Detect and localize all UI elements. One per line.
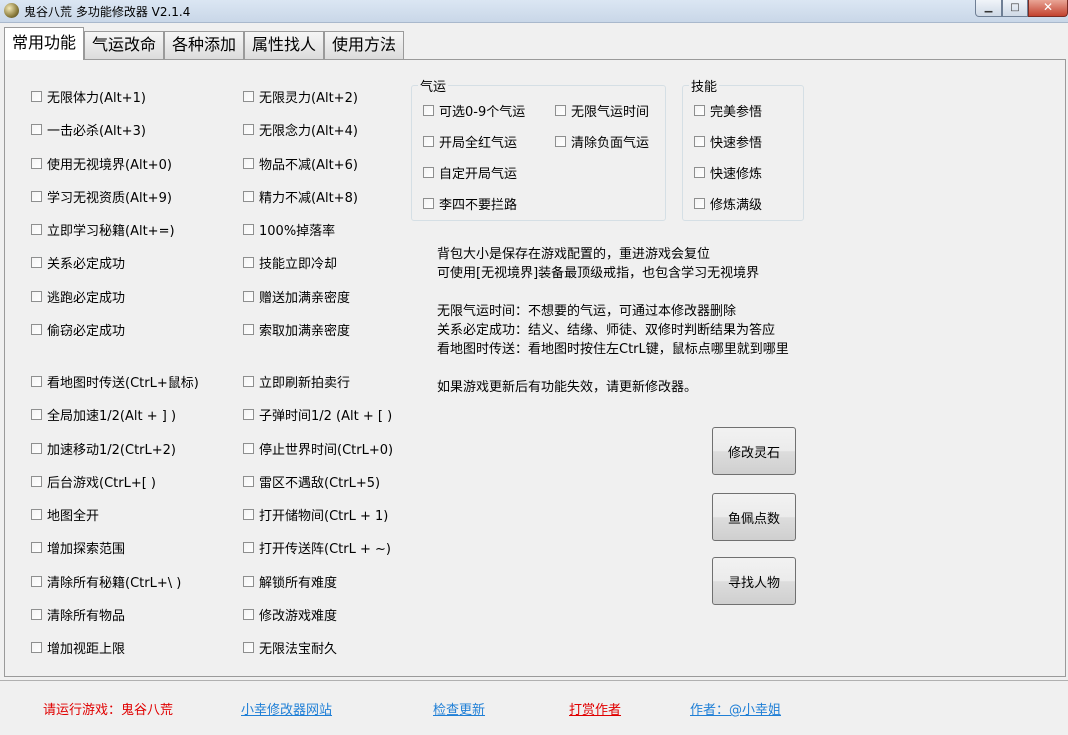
checkbox-skill-0[interactable]: 完美参悟 [694,101,762,120]
checkbox-col1-11[interactable]: 后台游戏(CtrL+[ ) [31,472,156,491]
checkbox-col2-8[interactable]: 立即刷新拍卖行 [243,372,350,391]
checkbox-col2-13[interactable]: 打开传送阵(CtrL + ~) [243,538,391,557]
fish-pendant-points-button[interactable]: 鱼佩点数 [712,493,796,541]
checkbox-col1-14[interactable]: 清除所有秘籍(CtrL+\ ) [31,572,181,591]
checkbox-col2-1[interactable]: 无限念力(Alt+4) [243,120,358,139]
checkbox-col2-11[interactable]: 雷区不遇敌(CtrL+5) [243,472,380,491]
check-update-link[interactable]: 检查更新 [433,699,485,718]
checkbox-col2-15[interactable]: 修改游戏难度 [243,605,337,624]
maximize-button[interactable]: □ [1002,0,1028,17]
checkbox-col1-16[interactable]: 增加视距上限 [31,638,125,657]
checkbox-skill-1[interactable]: 快速参悟 [694,132,762,151]
checkbox-col2-12[interactable]: 打开储物间(CtrL + 1) [243,505,388,524]
checkbox-luck-2[interactable]: 开局全红气运 [423,132,517,151]
checkbox-col1-7[interactable]: 偷窃必定成功 [31,320,125,339]
checkbox-col2-7[interactable]: 索取加满亲密度 [243,320,350,339]
donate-link[interactable]: 打赏作者 [569,699,621,718]
checkbox-col1-1[interactable]: 一击必杀(Alt+3) [31,120,146,139]
game-status-text: 请运行游戏：鬼谷八荒 [43,703,174,718]
checkbox-col2-4[interactable]: 100%掉落率 [243,220,335,239]
minimize-icon: ▁ [984,2,993,13]
info-line: 无限气运时间：不想要的气运，可通过本修改器删除 [437,304,737,319]
checkbox-col1-2[interactable]: 使用无视境界(Alt+0) [31,154,172,173]
website-link[interactable]: 小幸修改器网站 [241,699,332,718]
checkbox-col2-3[interactable]: 精力不减(Alt+8) [243,187,358,206]
tab-attributes[interactable]: 属性找人 [244,31,324,59]
checkbox-luck-0[interactable]: 可选0-9个气运 [423,101,525,120]
checkbox-col2-9[interactable]: 子弹时间1/2 (Alt + [ ) [243,405,392,424]
footer-divider [0,680,1068,681]
checkbox-luck-3[interactable]: 清除负面气运 [555,132,649,151]
checkbox-luck-4[interactable]: 自定开局气运 [423,163,517,182]
checkbox-skill-2[interactable]: 快速修炼 [694,163,762,182]
maximize-icon: □ [1010,2,1020,13]
checkbox-col2-16[interactable]: 无限法宝耐久 [243,638,337,657]
checkbox-col1-5[interactable]: 关系必定成功 [31,253,125,272]
checkbox-col1-9[interactable]: 全局加速1/2(Alt + ] ) [31,405,176,424]
checkbox-col1-15[interactable]: 清除所有物品 [31,605,125,624]
tab-luck[interactable]: 气运改命 [84,31,164,59]
checkbox-col1-3[interactable]: 学习无视资质(Alt+9) [31,187,172,206]
checkbox-luck-1[interactable]: 无限气运时间 [555,101,649,120]
author-link[interactable]: 作者：@小幸姐 [690,699,781,718]
checkbox-col2-14[interactable]: 解锁所有难度 [243,572,337,591]
tab-common[interactable]: 常用功能 [4,27,84,60]
window-title: 鬼谷八荒 多功能修改器 V2.1.4 [24,5,191,19]
checkbox-col1-8[interactable]: 看地图时传送(CtrL+鼠标) [31,372,199,391]
tab-add[interactable]: 各种添加 [164,31,244,59]
checkbox-col1-13[interactable]: 增加探索范围 [31,538,125,557]
checkbox-skill-3[interactable]: 修炼满级 [694,194,762,213]
checkbox-col2-2[interactable]: 物品不减(Alt+6) [243,154,358,173]
checkbox-luck-5[interactable]: 李四不要拦路 [423,194,517,213]
checkbox-col1-12[interactable]: 地图全开 [31,505,99,524]
modify-spirit-stone-button[interactable]: 修改灵石 [712,427,796,475]
checkbox-col1-10[interactable]: 加速移动1/2(CtrL+2) [31,439,176,458]
title-bar: 鬼谷八荒 多功能修改器 V2.1.4 ▁ □ ✕ [0,0,1068,23]
skill-group-title: 技能 [691,80,718,95]
checkbox-col1-0[interactable]: 无限体力(Alt+1) [31,87,146,106]
app-icon [4,3,19,18]
checkbox-col2-0[interactable]: 无限灵力(Alt+2) [243,87,358,106]
tab-usage[interactable]: 使用方法 [324,31,404,59]
minimize-button[interactable]: ▁ [975,0,1002,17]
checkbox-col2-10[interactable]: 停止世界时间(CtrL+0) [243,439,393,458]
checkbox-col1-6[interactable]: 逃跑必定成功 [31,287,125,306]
info-line: 如果游戏更新后有功能失效，请更新修改器。 [437,380,698,395]
checkbox-col2-5[interactable]: 技能立即冷却 [243,253,337,272]
checkbox-col2-6[interactable]: 赠送加满亲密度 [243,287,350,306]
find-character-button[interactable]: 寻找人物 [712,557,796,605]
close-button[interactable]: ✕ [1028,0,1068,17]
info-line: 关系必定成功：结义、结缘、师徒、双修时判断结果为答应 [437,323,776,338]
checkbox-col1-4[interactable]: 立即学习秘籍(Alt+=) [31,220,175,239]
info-line: 背包大小是保存在游戏配置的，重进游戏会复位 [437,247,711,262]
luck-group-title: 气运 [420,80,447,95]
info-line: 可使用[无视境界]装备最顶级戒指，也包含学习无视境界 [437,266,760,281]
close-icon: ✕ [1042,0,1054,14]
info-line: 看地图时传送：看地图时按住左CtrL键，鼠标点哪里就到哪里 [437,342,789,357]
